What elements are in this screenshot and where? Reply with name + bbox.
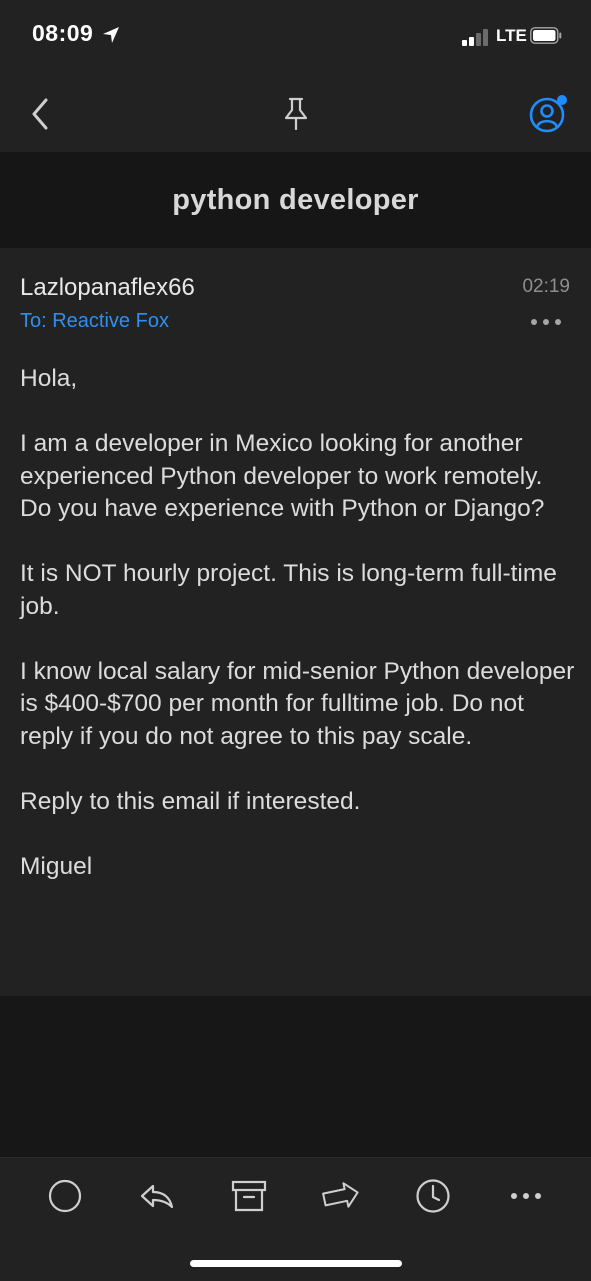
email-subject: python developer — [172, 183, 419, 216]
message-more-icon[interactable] — [528, 316, 564, 328]
archive-icon[interactable] — [229, 1176, 269, 1216]
carrier-label: LTE — [496, 26, 527, 45]
body-paragraph: I know local salary for mid-senior Pytho… — [20, 657, 575, 750]
battery-icon — [530, 27, 562, 44]
reply-icon[interactable] — [137, 1176, 177, 1216]
message-card: Lazlopanaflex66 02:19 To: Reactive Fox H… — [0, 248, 591, 996]
subject-header: python developer — [0, 152, 591, 248]
circle-icon[interactable] — [45, 1176, 85, 1216]
nav-bar — [0, 72, 591, 152]
location-arrow-icon — [103, 27, 119, 43]
signal-bars-icon — [462, 28, 492, 46]
body-signature: Miguel — [20, 852, 93, 880]
status-bar: 08:09 LTE — [0, 0, 591, 72]
clock-icon[interactable] — [413, 1176, 453, 1216]
more-icon[interactable] — [506, 1176, 546, 1216]
pin-icon[interactable] — [280, 96, 312, 132]
message-body: Hola, I am a developer in Mexico looking… — [20, 363, 576, 916]
status-time: 08:09 — [32, 20, 94, 46]
account-icon[interactable] — [526, 92, 570, 136]
body-paragraph: It is NOT hourly project. This is long-t… — [20, 560, 557, 620]
back-button[interactable] — [26, 94, 56, 134]
recipient-line[interactable]: To: Reactive Fox — [20, 310, 169, 333]
home-indicator[interactable] — [190, 1260, 402, 1267]
body-paragraph: Hola, — [20, 365, 78, 392]
message-time: 02:19 — [522, 276, 570, 297]
body-paragraph: I am a developer in Mexico looking for a… — [20, 430, 545, 522]
body-paragraph: Reply to this email if interested. — [20, 787, 361, 815]
forward-icon[interactable] — [321, 1176, 361, 1216]
sender-name[interactable]: Lazlopanaflex66 — [20, 274, 195, 302]
